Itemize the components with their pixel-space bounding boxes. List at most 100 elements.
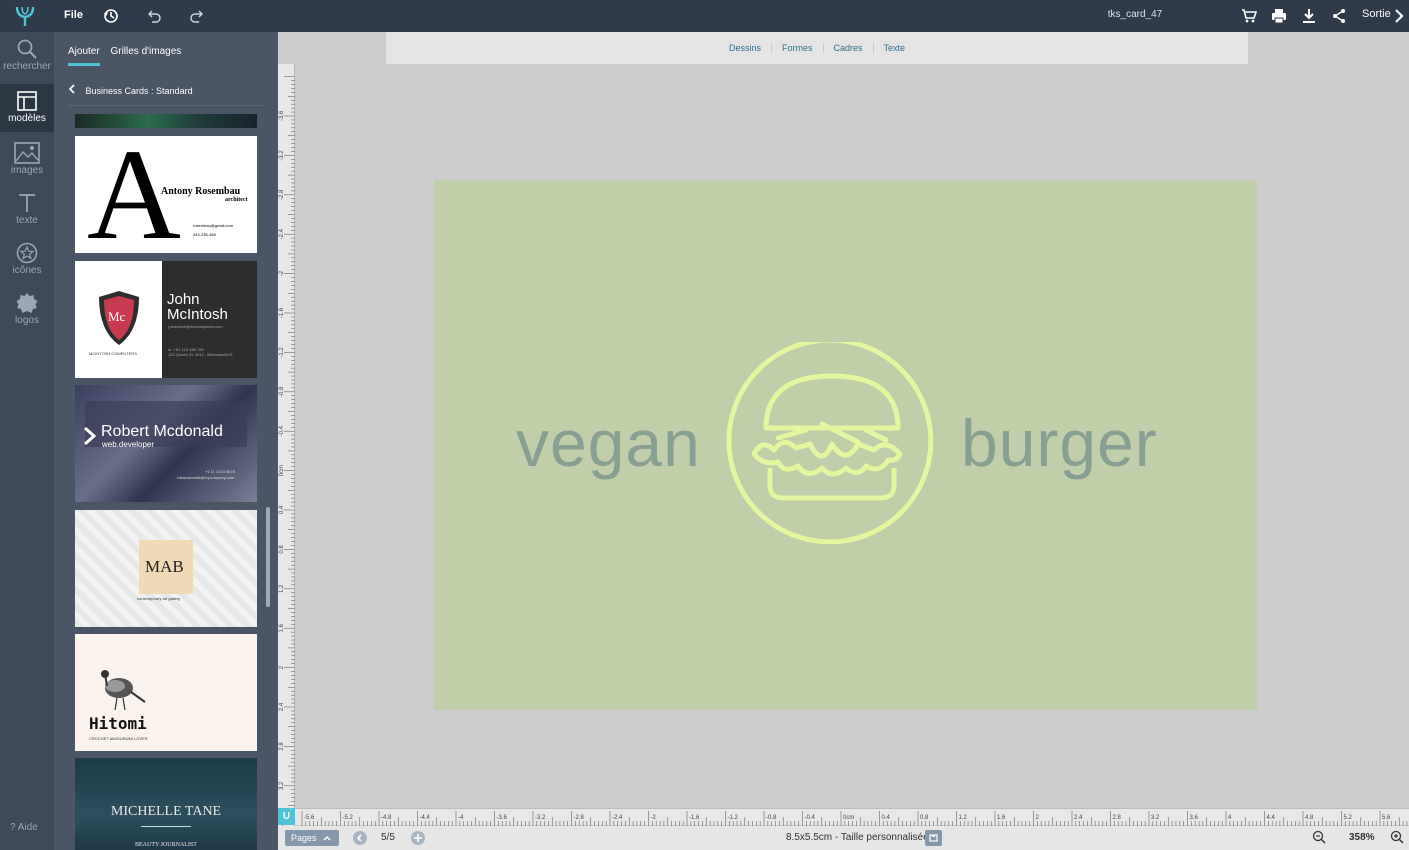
ruler-label: 4.4 (1267, 815, 1276, 821)
rail-item-text[interactable]: texte (0, 186, 54, 234)
tool-shapes[interactable]: Formes (770, 43, 823, 53)
ruler-label: -3.2 (279, 150, 285, 161)
ruler-label: 0.8 (920, 815, 929, 821)
ruler-label: -2 (651, 815, 657, 821)
zoom-in-icon[interactable] (1390, 830, 1404, 847)
top-bar: File tks_card_47 Sortie (0, 0, 1409, 32)
template-email: rosembau@gmail.com (193, 223, 234, 228)
chevron-left-icon[interactable] (68, 84, 75, 96)
ruler-corner[interactable]: U (278, 808, 295, 825)
card-word-right[interactable]: burger (961, 405, 1158, 481)
pages-button[interactable]: Pages (285, 830, 339, 846)
tab-image-grids[interactable]: Grilles d'images (110, 46, 181, 63)
rail-item-templates[interactable]: modèles (0, 84, 54, 132)
template-thumbnail[interactable]: Robert Mcdonald web.developer +1 11 1234… (75, 385, 257, 502)
template-name: Hitomi (89, 714, 147, 733)
ruler-label: 4 (1228, 815, 1232, 821)
template-name: Robert Mcdonald (101, 423, 223, 440)
ruler-label: 0cm (279, 465, 285, 476)
ruler-label: -0.8 (279, 386, 285, 397)
plus-icon (414, 834, 422, 842)
chevron-right-icon (84, 427, 97, 445)
template-thumbnail[interactable]: Hitomi CROCHET AMIGURUMI LOVER (75, 634, 257, 751)
rail-item-icons[interactable]: icônes (0, 236, 54, 284)
rail-item-logos[interactable]: logos (0, 286, 54, 334)
search-icon (17, 39, 37, 59)
history-icon[interactable] (102, 7, 120, 25)
panel-scrollbar[interactable] (266, 507, 270, 607)
left-rail: rechercher modèles images texte icônes l… (0, 32, 54, 850)
ruler-label: -2 (279, 270, 285, 276)
template-phone: +1 11 1234 5678 (205, 469, 235, 474)
template-thumbnail[interactable]: Mc MCINTOSH COMPUTERS John McIntosh j.mc… (75, 261, 257, 378)
ruler-label: 5.2 (1344, 815, 1353, 821)
templates-panel: Ajouter Grilles d'images Business Cards … (54, 32, 278, 850)
chevron-right-icon[interactable] (1390, 7, 1408, 25)
breadcrumb[interactable]: Business Cards : Standard (68, 84, 264, 106)
chevron-left-icon (356, 834, 362, 842)
template-name: MAB (145, 557, 184, 576)
save-icon[interactable] (925, 830, 942, 846)
add-page-button[interactable] (411, 831, 425, 845)
zoom-level[interactable]: 358% (1349, 832, 1375, 843)
rail-item-images[interactable]: images (0, 136, 54, 184)
template-thumbnail[interactable]: MICHELLE TANE BEAUTY JOURNALIST (75, 758, 257, 850)
template-thumbnail-partial[interactable] (75, 114, 257, 128)
vertical-ruler[interactable]: -3.6 -3.2 -2.8 -2.4 -2 -1.6 -1.2 -0.8 -0.4 0cm 0.4… (278, 64, 295, 840)
template-address: 123 Queen St. 4012 - Brisbane/AUS (168, 352, 233, 357)
cart-icon[interactable] (1240, 7, 1258, 25)
ruler-label: 2.8 (279, 742, 285, 751)
share-icon[interactable] (1330, 7, 1348, 25)
help-link[interactable]: ? Aide (10, 822, 38, 833)
ruler-label: 1.2 (279, 584, 285, 593)
ruler-label: -5.2 (343, 815, 354, 821)
tab-add[interactable]: Ajouter (68, 46, 100, 66)
download-icon[interactable] (1300, 7, 1318, 25)
tool-drawings[interactable]: Dessins (719, 43, 771, 53)
tool-frames[interactable]: Cadres (822, 43, 873, 53)
ruler-label: -1.6 (689, 815, 700, 821)
pages-label: Pages (291, 833, 317, 843)
ruler-label: -3.2 (535, 815, 546, 821)
bird-illustration-icon (101, 670, 146, 711)
ruler-label: 2.4 (279, 702, 285, 711)
file-menu[interactable]: File (64, 9, 83, 21)
ruler-label: 3.6 (1190, 815, 1199, 821)
burger-emblem-icon[interactable] (726, 342, 938, 544)
workspace: Dessins Formes Cadres Texte -3.6 -3.2 -2.8… (278, 32, 1409, 850)
document-name[interactable]: tks_card_47 (1090, 9, 1180, 20)
template-tagline: CROCHET AMIGURUMI LOVER (89, 736, 148, 741)
redo-icon[interactable] (188, 7, 206, 25)
exit-button[interactable]: Sortie (1362, 8, 1391, 20)
ruler-label: 5.6 (1382, 815, 1391, 821)
template-divider (141, 826, 191, 827)
business-card-canvas[interactable]: vegan burger (434, 180, 1257, 710)
rail-item-search[interactable]: rechercher (0, 32, 54, 80)
prev-page-button[interactable] (353, 831, 367, 845)
ruler-label: -5.6 (304, 815, 315, 821)
template-thumbnail[interactable]: A Antony Rosembau architect rosembau@gma… (75, 136, 257, 253)
zoom-out-icon[interactable] (1312, 830, 1326, 847)
app-logo-icon[interactable] (13, 4, 37, 28)
horizontal-ruler[interactable]: -5.6 -5.2 -4.8 -4.4 -4 -3.6 -3.2 -2.8 -2.4 -2 -1.6… (295, 808, 1409, 826)
template-thumbnail[interactable]: MAB contemporary art gallery (75, 510, 257, 627)
ruler-label: 4.8 (1305, 815, 1314, 821)
rail-label: logos (15, 315, 39, 326)
template-name: Antony Rosembau (159, 186, 241, 197)
card-word-left[interactable]: vegan (516, 405, 701, 481)
text-icon (19, 194, 35, 212)
ruler-label: 2.8 (1113, 815, 1122, 821)
ruler-label: -4.8 (381, 815, 392, 821)
rail-label: rechercher (3, 61, 51, 72)
rail-label: texte (16, 215, 38, 226)
ruler-label: -4.4 (420, 815, 431, 821)
ruler-label: -0.4 (279, 425, 285, 436)
print-icon[interactable] (1270, 7, 1288, 25)
image-icon (14, 142, 40, 164)
tool-text[interactable]: Texte (872, 43, 916, 53)
page-counter: 5/5 (381, 832, 395, 843)
ruler-label: -0.8 (766, 815, 777, 821)
template-name: MICHELLE TANE (110, 804, 222, 819)
template-role: web.developer (102, 440, 155, 449)
undo-icon[interactable] (145, 7, 163, 25)
